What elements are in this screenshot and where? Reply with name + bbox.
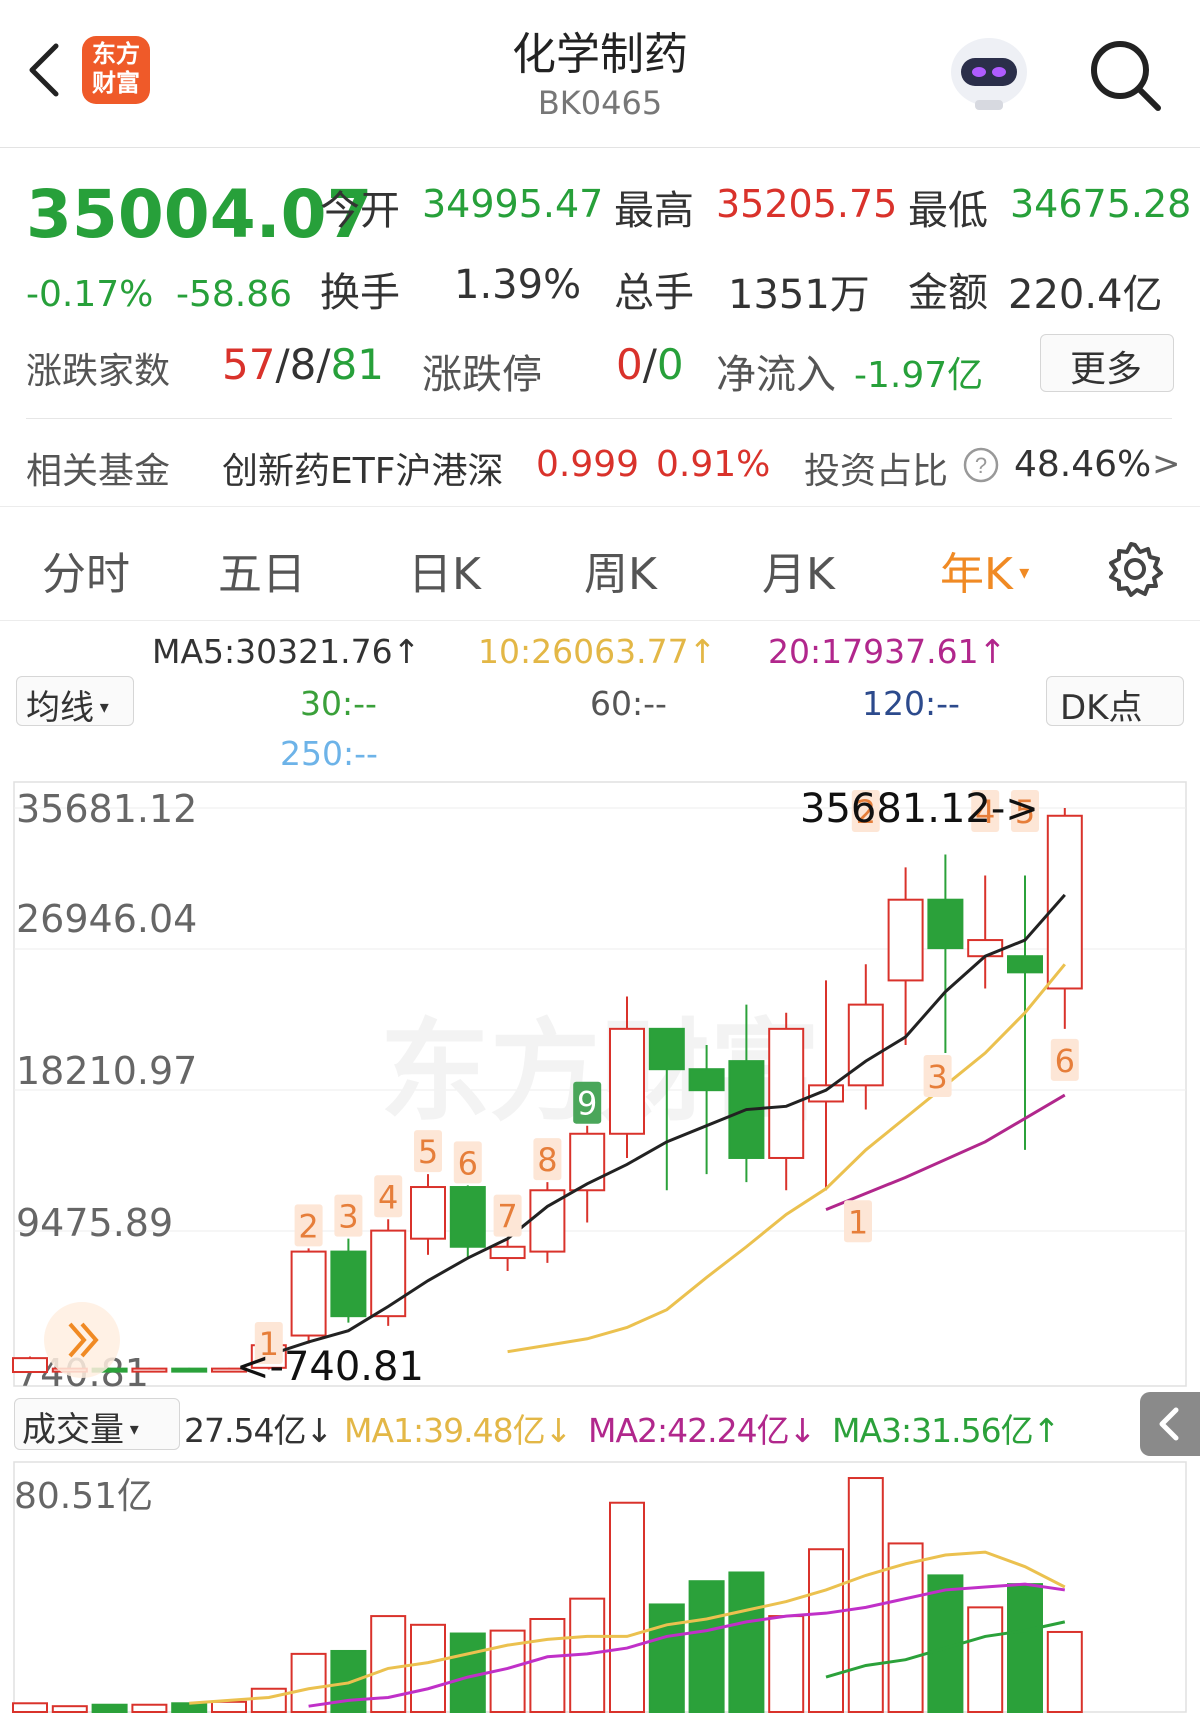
sequence-label: 6: [1055, 1042, 1075, 1080]
sequence-label: 9: [577, 1085, 597, 1123]
candle-body[interactable]: [290, 1250, 327, 1337]
volume-bar: [171, 1702, 208, 1714]
volume-bar: [1046, 1630, 1083, 1714]
expand-chart-button[interactable]: [44, 1302, 120, 1378]
candle-body[interactable]: [847, 1003, 884, 1087]
candle-body[interactable]: [967, 939, 1004, 958]
double-chevron-right-icon: [68, 1322, 99, 1358]
volume-bar: [768, 1615, 805, 1713]
candle-body[interactable]: [12, 1357, 48, 1374]
candle-body[interactable]: [887, 898, 924, 982]
candle-body[interactable]: [370, 1229, 407, 1318]
candle-body[interactable]: [768, 1027, 805, 1159]
chevron-left-icon: [1159, 1407, 1179, 1441]
sequence-label: 8: [537, 1141, 557, 1179]
candle-body[interactable]: [648, 1027, 685, 1071]
candle-body[interactable]: [449, 1186, 486, 1248]
candle-body[interactable]: [489, 1245, 526, 1260]
volume-bar: [91, 1703, 128, 1713]
volume-bar: [688, 1580, 725, 1713]
candle-body[interactable]: [171, 1367, 208, 1373]
candle-body[interactable]: [1046, 814, 1083, 990]
candle-body[interactable]: [688, 1068, 725, 1092]
sequence-label: 5: [418, 1133, 438, 1171]
volume-max-label: 80.51亿: [14, 1476, 153, 1517]
sequence-label: 3: [338, 1198, 358, 1236]
volume-selector-label[interactable]: 成交量 ▾: [22, 1402, 139, 1451]
sequence-label: 1: [848, 1203, 868, 1241]
candle-body[interactable]: [330, 1250, 367, 1318]
volume-bar: [131, 1703, 168, 1713]
volume-ma3: MA3:31.56亿↑: [832, 1411, 1060, 1450]
volume-bar: [1007, 1583, 1043, 1713]
candle-body[interactable]: [1007, 955, 1043, 974]
volume-current: 27.54亿↓: [184, 1411, 333, 1450]
volume-bar: [529, 1617, 566, 1713]
volume-ma2: MA2:42.24亿↓: [588, 1411, 816, 1450]
volume-bar: [250, 1687, 287, 1714]
kline-chart[interactable]: 东方财富35681.1226946.0418210.979475.89740.8…: [0, 0, 1200, 1717]
sequence-label: 2: [298, 1207, 318, 1245]
min-price-marker: <-740.81: [236, 1344, 424, 1390]
candle-body[interactable]: [927, 898, 964, 950]
candle-body[interactable]: [609, 1027, 645, 1135]
volume-bar: [967, 1606, 1004, 1714]
max-price-marker: 35681.12->: [800, 786, 1039, 832]
candle-body[interactable]: [569, 1132, 606, 1192]
volume-bar: [847, 1477, 884, 1713]
sequence-label: 4: [378, 1178, 398, 1216]
volume-bar: [648, 1603, 685, 1714]
volume-bar: [808, 1548, 844, 1714]
volume-bar: [728, 1571, 765, 1713]
sequence-label: 3: [927, 1058, 947, 1096]
y-axis-label: 9475.89: [16, 1201, 173, 1245]
volume-bar: [51, 1705, 88, 1713]
volume-bar: [410, 1623, 446, 1714]
volume-bar: [211, 1700, 247, 1714]
y-axis-label: 18210.97: [16, 1049, 197, 1093]
volume-bar: [449, 1632, 486, 1713]
y-axis-label: 35681.12: [16, 787, 197, 831]
volume-bar: [12, 1702, 48, 1714]
y-axis-label: 26946.04: [16, 897, 197, 941]
sequence-label: 6: [458, 1144, 478, 1182]
collapse-panel-button[interactable]: [1140, 1392, 1200, 1456]
volume-ma1: MA1:39.48亿↓: [344, 1411, 572, 1450]
sequence-label: 7: [497, 1198, 517, 1236]
volume-bar: [609, 1501, 645, 1714]
candle-body[interactable]: [410, 1186, 446, 1240]
candle-body[interactable]: [131, 1367, 168, 1373]
